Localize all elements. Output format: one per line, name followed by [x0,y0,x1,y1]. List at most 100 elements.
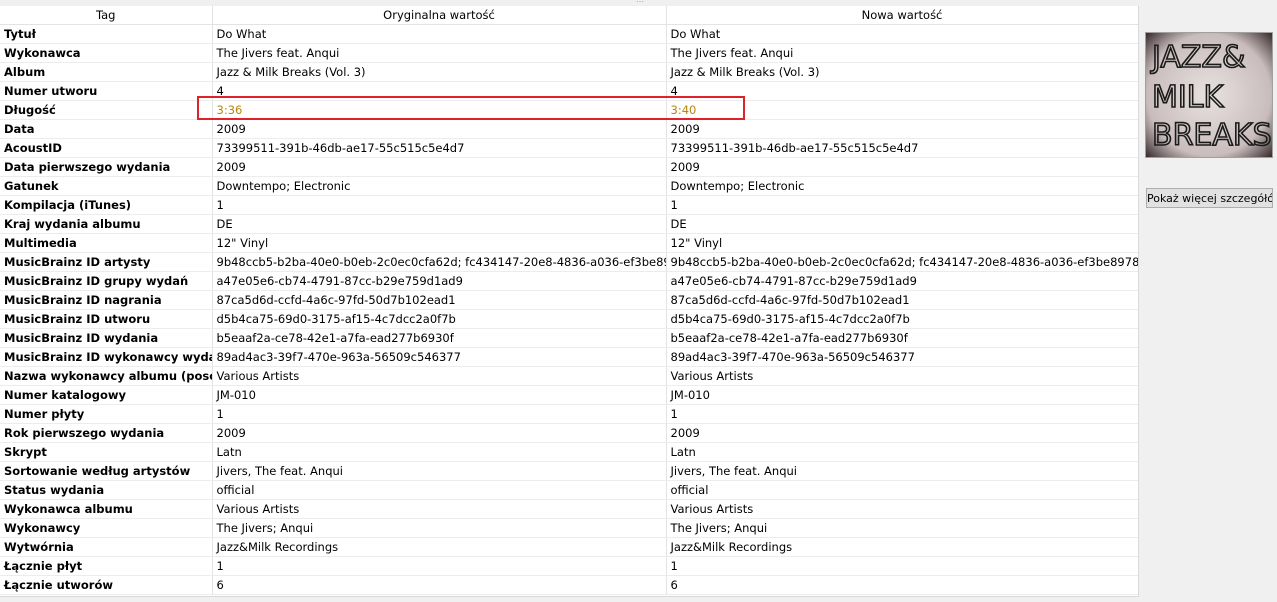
new-value-cell[interactable]: 1 [666,195,1138,215]
table-row[interactable]: Multimedia 12" Vinyl 12" Vinyl [0,233,1138,253]
column-header-tag[interactable]: Tag [0,6,213,25]
tag-cell[interactable]: MusicBrainz ID utworu [0,309,213,329]
original-value-cell[interactable]: 2009 [212,423,667,443]
tag-cell[interactable]: Kompilacja (iTunes) [0,195,213,215]
original-value-cell[interactable]: Jazz&Milk Recordings [212,537,667,557]
new-value-cell[interactable]: Do What [666,24,1138,44]
original-value-cell[interactable]: Jivers, The feat. Anqui [212,461,667,481]
table-row[interactable]: Kompilacja (iTunes) 1 1 [0,195,1138,215]
original-value-cell[interactable]: Do What [212,24,667,44]
tag-cell[interactable]: Tytuł [0,24,213,44]
tag-cell[interactable]: Łącznie płyt [0,556,213,576]
tag-cell[interactable]: Status wydania [0,480,213,500]
table-row[interactable]: MusicBrainz ID nagrania 87ca5d6d-ccfd-4a6… [0,290,1138,310]
original-value-cell[interactable]: 9b48ccb5-b2ba-40e0-b0eb-2c0ec0cfa62d; fc… [212,252,667,272]
table-row[interactable]: Łącznie płyt 1 1 [0,556,1138,576]
new-value-cell[interactable]: d5b4ca75-69d0-3175-af15-4c7dcc2a0f7b [666,309,1138,329]
original-value-cell[interactable]: 3:36 [212,100,667,120]
new-value-cell[interactable]: Jazz & Milk Breaks (Vol. 3) [666,62,1138,82]
new-value-cell[interactable]: 4 [666,81,1138,101]
tag-cell[interactable]: Wykonawcy [0,518,213,538]
original-value-cell[interactable]: Downtempo; Electronic [212,176,667,196]
table-row[interactable]: Wykonawcy The Jivers; Anqui The Jivers; An… [0,518,1138,538]
new-value-cell[interactable]: The Jivers; Anqui [666,518,1138,538]
column-header-new[interactable]: Nowa wartość [666,6,1138,25]
original-value-cell[interactable]: 1 [212,556,667,576]
new-value-cell[interactable]: The Jivers feat. Anqui [666,43,1138,63]
tag-cell[interactable]: Wytwórnia [0,537,213,557]
original-value-cell[interactable]: 12" Vinyl [212,233,667,253]
original-value-cell[interactable]: 87ca5d6d-ccfd-4a6c-97fd-50d7b102ead1 [212,290,667,310]
table-row[interactable]: MusicBrainz ID utworu d5b4ca75-69d0-3175-… [0,309,1138,329]
new-value-cell[interactable]: Various Artists [666,366,1138,386]
table-row[interactable]: Status wydania official official [0,480,1138,500]
tag-cell[interactable]: Multimedia [0,233,213,253]
original-value-cell[interactable]: DE [212,214,667,234]
original-value-cell[interactable]: Jazz & Milk Breaks (Vol. 3) [212,62,667,82]
table-row[interactable]: AcoustID 73399511-391b-46db-ae17-55c515c5… [0,138,1138,158]
original-value-cell[interactable]: The Jivers; Anqui [212,518,667,538]
tag-cell[interactable]: MusicBrainz ID wykonawcy wydania [0,347,213,367]
original-value-cell[interactable]: official [212,480,667,500]
new-value-cell[interactable]: a47e05e6-cb74-4791-87cc-b29e759d1ad9 [666,271,1138,291]
new-value-cell[interactable]: JM-010 [666,385,1138,405]
tag-cell[interactable]: Wykonawca [0,43,213,63]
new-value-cell[interactable]: Latn [666,442,1138,462]
tag-cell[interactable]: AcoustID [0,138,213,158]
new-value-cell[interactable]: 12" Vinyl [666,233,1138,253]
table-row[interactable]: Gatunek Downtempo; Electronic Downtempo; E… [0,176,1138,196]
original-value-cell[interactable]: JM-010 [212,385,667,405]
tag-cell[interactable]: Łącznie utworów [0,575,213,595]
original-value-cell[interactable]: The Jivers feat. Anqui [212,43,667,63]
tag-cell[interactable]: Numer katalogowy [0,385,213,405]
new-value-cell[interactable]: 87ca5d6d-ccfd-4a6c-97fd-50d7b102ead1 [666,290,1138,310]
tag-cell[interactable]: Nazwa wykonawcy albumu (posort… [0,366,213,386]
table-row[interactable]: Kraj wydania albumu DE DE [0,214,1138,234]
original-value-cell[interactable]: 4 [212,81,667,101]
tag-cell[interactable]: Sortowanie według artystów [0,461,213,481]
table-row[interactable]: Numer utworu 4 4 [0,81,1138,101]
table-row[interactable]: Skrypt Latn Latn [0,442,1138,462]
table-row[interactable]: MusicBrainz ID wykonawcy wydania89ad4ac3… [0,347,1138,367]
new-value-cell[interactable]: 9b48ccb5-b2ba-40e0-b0eb-2c0ec0cfa62d; fc… [666,252,1138,272]
tag-cell[interactable]: MusicBrainz ID nagrania [0,290,213,310]
tag-cell[interactable]: Numer utworu [0,81,213,101]
splitter-handle[interactable]: ⋯ [636,0,644,6]
new-value-cell[interactable]: official [666,480,1138,500]
new-value-cell[interactable]: Downtempo; Electronic [666,176,1138,196]
tag-cell[interactable]: Długość [0,100,213,120]
original-value-cell[interactable]: 73399511-391b-46db-ae17-55c515c5e4d7 [212,138,667,158]
tag-cell[interactable]: Album [0,62,213,82]
tag-cell[interactable]: MusicBrainz ID grupy wydań [0,271,213,291]
table-row[interactable]: Data 2009 2009 [0,119,1138,139]
table-row[interactable]: Wytwórnia Jazz&Milk Recordings Jazz&Milk R… [0,537,1138,557]
tag-cell[interactable]: Data [0,119,213,139]
table-row[interactable]: Tytuł Do What Do What [0,24,1138,44]
new-value-cell[interactable]: 2009 [666,119,1138,139]
new-value-cell[interactable]: 73399511-391b-46db-ae17-55c515c5e4d7 [666,138,1138,158]
new-value-cell[interactable]: b5eaaf2a-ce78-42e1-a7fa-ead277b6930f [666,328,1138,348]
original-value-cell[interactable]: Various Artists [212,366,667,386]
table-row[interactable]: MusicBrainz ID grupy wydań a47e05e6-cb74-… [0,271,1138,291]
tag-cell[interactable]: Numer płyty [0,404,213,424]
tag-cell[interactable]: MusicBrainz ID wydania [0,328,213,348]
tag-cell[interactable]: Data pierwszego wydania [0,157,213,177]
table-row[interactable]: Wykonawca The Jivers feat. Anqui The Jiver… [0,43,1138,63]
new-value-cell[interactable]: 2009 [666,157,1138,177]
table-row[interactable]: Numer płyty 1 1 [0,404,1138,424]
table-row[interactable]: Nazwa wykonawcy albumu (posort…Various A… [0,366,1138,386]
table-row[interactable]: Rok pierwszego wydania 2009 2009 [0,423,1138,443]
new-value-cell[interactable]: Jazz&Milk Recordings [666,537,1138,557]
album-cover[interactable]: JAZZ& MILK BREAKS [1145,32,1273,158]
tag-cell[interactable]: Rok pierwszego wydania [0,423,213,443]
new-value-cell[interactable]: 1 [666,404,1138,424]
new-value-cell[interactable]: Various Artists [666,499,1138,519]
table-row[interactable]: MusicBrainz ID wydania b5eaaf2a-ce78-42e1… [0,328,1138,348]
original-value-cell[interactable]: b5eaaf2a-ce78-42e1-a7fa-ead277b6930f [212,328,667,348]
original-value-cell[interactable]: Various Artists [212,499,667,519]
tag-cell[interactable]: Kraj wydania albumu [0,214,213,234]
new-value-cell[interactable]: 1 [666,556,1138,576]
table-row[interactable]: Data pierwszego wydania 2009 2009 [0,157,1138,177]
table-row[interactable]: Wykonawca albumu Various Artists Various A… [0,499,1138,519]
original-value-cell[interactable]: 2009 [212,157,667,177]
